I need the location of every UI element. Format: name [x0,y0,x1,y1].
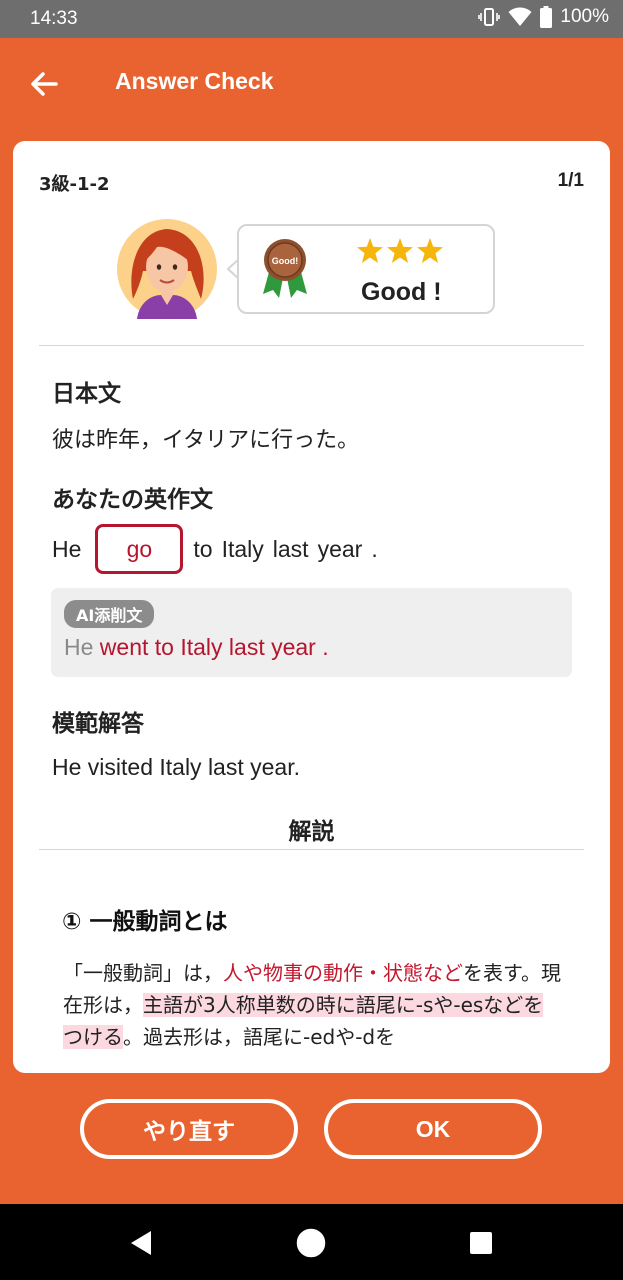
ai-corrected-sentence: He went to Italy last year . [64,634,329,661]
page-counter: 1/1 [557,170,584,191]
action-buttons: やり直す OK [0,1097,623,1163]
japanese-sentence: 彼は昨年，イタリアに行った。 [52,428,360,453]
retry-button[interactable]: やり直す [80,1099,298,1159]
vibrate-icon [478,8,501,26]
battery-icon [540,6,553,28]
ai-badge: AI添削文 [64,600,155,628]
answer-word: Italy [221,535,264,562]
ai-corrected-text: went to Italy last year . [99,634,329,660]
teacher-avatar [117,219,217,319]
model-answer-sentence: He visited Italy last year. [52,754,300,780]
your-answer-label: あなたの英作文 [52,487,213,513]
answer-blank: go [95,524,184,574]
medal-icon: Good! [263,239,307,298]
status-icons: 100% [478,6,609,28]
japanese-label: 日本文 [52,381,121,407]
answer-word: He [52,535,82,562]
divider [39,345,584,346]
svg-text:Good!: Good! [272,256,299,266]
explanation-text: 「一般動詞」は，人や物事の動作・状態などを表す。現在形は，主語が3人称単数の時に… [63,957,563,1053]
model-answer-label: 模範解答 [52,711,144,737]
battery-percent: 100% [560,6,609,27]
star-icon [417,238,443,263]
answer-word: year [317,535,363,562]
answer-card: 3級-1-2 1/1 Good! Good ! 日本文 彼は昨年，イタリアに行っ… [13,141,610,1073]
answer-word: . [371,535,378,562]
explanation-heading: 解説 [288,819,335,845]
status-bar: 14:33 100% [0,0,623,38]
nav-home-icon[interactable] [296,1228,326,1258]
explanation-title: ① 一般動詞とは [62,909,228,935]
app-bar: Answer Check [0,38,623,130]
feedback-bubble: Good! Good ! [237,224,495,314]
star-icon [387,238,413,263]
ok-button[interactable]: OK [324,1099,542,1159]
divider [39,849,584,850]
page-title: Answer Check [115,68,274,94]
nav-recents-icon[interactable] [469,1231,493,1255]
your-answer-sentence: He go to Italy last year . [52,524,387,574]
star-icon [357,238,383,263]
rating-text: Good ! [361,278,442,306]
star-rating [357,238,443,263]
explanation-segment: 。過去形は，語尾に-edや-dを [123,1025,396,1049]
nav-back-icon[interactable] [129,1230,153,1256]
ai-correction-box: AI添削文 He went to Italy last year . [51,588,572,677]
arrow-left-icon[interactable] [24,64,64,104]
explanation-highlight: 人や物事の動作・状態など [223,961,463,985]
answer-word: to [193,535,213,562]
system-nav-bar [0,1204,623,1280]
status-time: 14:33 [30,8,78,29]
ai-unchanged-text: He [64,634,94,660]
explanation-segment: 「一般動詞」は， [63,961,223,985]
level-label: 3級-1-2 [39,174,110,195]
answer-word: last [272,535,309,562]
wifi-icon [508,7,532,26]
